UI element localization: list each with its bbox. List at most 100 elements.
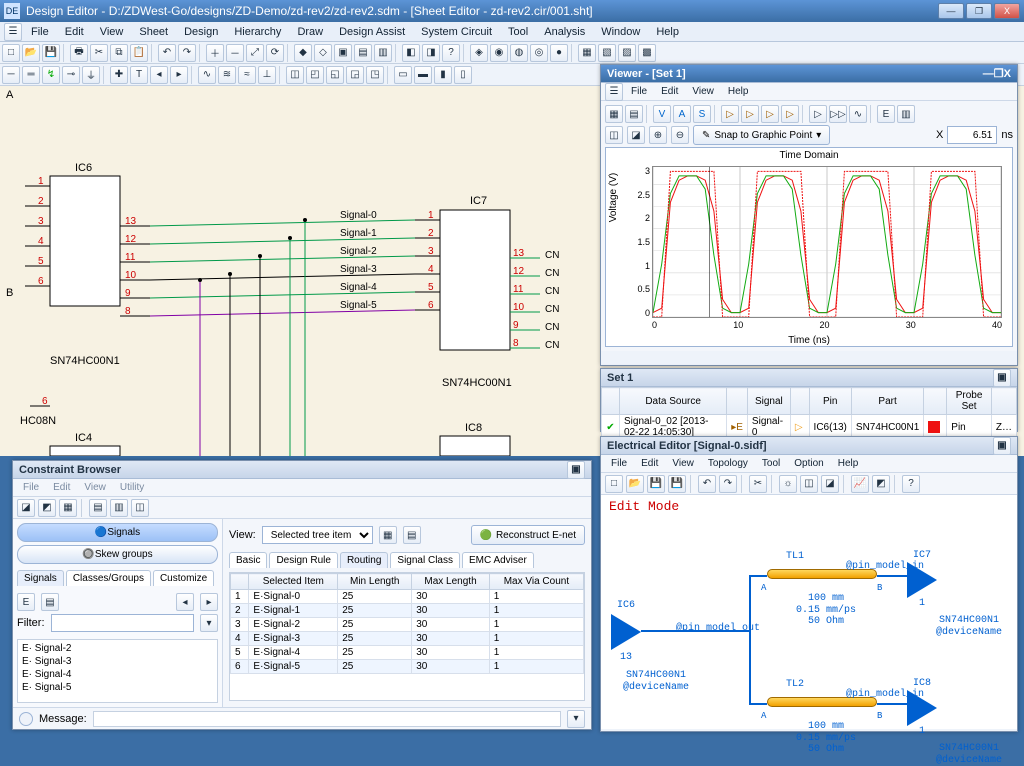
- play-icon[interactable]: ▷: [721, 105, 739, 123]
- menu-edit[interactable]: Edit: [58, 25, 91, 39]
- ee-menu-help[interactable]: Help: [832, 458, 865, 469]
- help-icon[interactable]: ?: [902, 475, 920, 493]
- menu-analysis[interactable]: Analysis: [537, 25, 592, 39]
- tool-icon[interactable]: ▣: [334, 44, 352, 62]
- menu-window[interactable]: Window: [594, 25, 647, 39]
- ic4-body[interactable]: [50, 446, 120, 456]
- undo-icon[interactable]: ↶: [698, 475, 716, 493]
- tool-icon[interactable]: ▥: [897, 105, 915, 123]
- menu-view[interactable]: View: [93, 25, 131, 39]
- zoom-fit-icon[interactable]: ⤢: [246, 44, 264, 62]
- bus-icon[interactable]: ═: [22, 66, 40, 84]
- menu-system-circuit[interactable]: System Circuit: [414, 25, 499, 39]
- text-icon[interactable]: T: [130, 66, 148, 84]
- tool-icon[interactable]: ◳: [366, 66, 384, 84]
- cb-tab-signals[interactable]: Signals: [17, 570, 64, 586]
- menu-tool[interactable]: Tool: [501, 25, 535, 39]
- ic7-body[interactable]: [440, 210, 510, 350]
- tool-icon[interactable]: ▤: [403, 526, 421, 544]
- menu-icon[interactable]: ☰: [605, 83, 623, 101]
- pane-pin-icon[interactable]: ▣: [993, 437, 1011, 455]
- tool-icon[interactable]: ●: [550, 44, 568, 62]
- open-icon[interactable]: 📂: [626, 475, 644, 493]
- ee-menu-tool[interactable]: Tool: [756, 458, 786, 469]
- menu-hierarchy[interactable]: Hierarchy: [227, 25, 288, 39]
- refresh-icon[interactable]: ⟳: [266, 44, 284, 62]
- chart-icon[interactable]: 📈: [851, 475, 869, 493]
- tool-icon[interactable]: ◍: [510, 44, 528, 62]
- tool-icon[interactable]: ◲: [346, 66, 364, 84]
- cb-menu-edit[interactable]: Edit: [47, 482, 76, 493]
- tool-icon[interactable]: ◫: [605, 126, 623, 144]
- tool-icon[interactable]: ▦: [59, 499, 77, 517]
- ee-ic6-buffer-icon[interactable]: [611, 614, 641, 650]
- tool-icon[interactable]: ◩: [872, 475, 890, 493]
- ee-menu-edit[interactable]: Edit: [635, 458, 664, 469]
- undo-icon[interactable]: ↶: [158, 44, 176, 62]
- tool-icon[interactable]: ✂: [749, 475, 767, 493]
- filter-icon[interactable]: ▤: [41, 593, 59, 611]
- tool-icon[interactable]: ◉: [490, 44, 508, 62]
- cb-right-tab[interactable]: EMC Adviser: [462, 552, 534, 568]
- ee-ic7-buffer-icon[interactable]: [907, 562, 937, 598]
- signal-tree[interactable]: E· Signal-2 E· Signal-3 E· Signal-4 E· S…: [17, 639, 218, 703]
- ic6-body[interactable]: [50, 176, 120, 306]
- save-icon[interactable]: 💾: [42, 44, 60, 62]
- table-row[interactable]: 1E·Signal-025301: [231, 590, 584, 604]
- nav-signals-button[interactable]: 🔵 Signals: [17, 523, 218, 542]
- message-input[interactable]: [93, 711, 561, 727]
- cb-menu-view[interactable]: View: [78, 482, 112, 493]
- ee-ic8-buffer-icon[interactable]: [907, 690, 937, 726]
- filter-icon[interactable]: E: [17, 593, 35, 611]
- tool-icon[interactable]: ▥: [374, 44, 392, 62]
- tool-icon[interactable]: ◇: [314, 44, 332, 62]
- tool-icon[interactable]: ◎: [530, 44, 548, 62]
- viewer-min-button[interactable]: —: [983, 68, 994, 80]
- tool-icon[interactable]: ◫: [800, 475, 818, 493]
- tool-icon[interactable]: ◩: [38, 499, 56, 517]
- tool-icon[interactable]: ◫: [286, 66, 304, 84]
- cb-tab-classes[interactable]: Classes/Groups: [66, 570, 151, 586]
- window-min-button[interactable]: —: [938, 3, 964, 19]
- viewer-menu-edit[interactable]: Edit: [655, 86, 684, 97]
- play-icon[interactable]: ▷: [741, 105, 759, 123]
- viewer-window[interactable]: Viewer - [Set 1] — ❐ X ☰ File Edit View …: [600, 64, 1018, 366]
- x-value-input[interactable]: [947, 126, 997, 144]
- pin-icon[interactable]: ⊸: [62, 66, 80, 84]
- save-icon[interactable]: 💾: [647, 475, 665, 493]
- reconstruct-enet-button[interactable]: 🟢 Reconstruct E-net: [471, 525, 586, 545]
- filter-input[interactable]: [51, 614, 195, 632]
- table-row[interactable]: 5E·Signal-425301: [231, 646, 584, 660]
- tool-icon[interactable]: ∿: [198, 66, 216, 84]
- tool-icon[interactable]: ▦: [379, 526, 397, 544]
- ee-menu-topology[interactable]: Topology: [702, 458, 754, 469]
- snap-mode-button[interactable]: ✎ Snap to Graphic Point ▾: [693, 125, 830, 145]
- nav-skew-button[interactable]: 🔘 Skew groups: [17, 545, 218, 564]
- pane-pin-icon[interactable]: ▣: [993, 369, 1011, 387]
- tool-icon[interactable]: ▤: [89, 499, 107, 517]
- label-icon[interactable]: ◂: [150, 66, 168, 84]
- dropdown-icon[interactable]: ▾: [200, 614, 218, 632]
- tool-icon[interactable]: E: [877, 105, 895, 123]
- menu-icon[interactable]: ☰: [4, 23, 22, 41]
- tool-icon[interactable]: ◱: [326, 66, 344, 84]
- tool-icon[interactable]: ≋: [218, 66, 236, 84]
- menu-draw[interactable]: Draw: [290, 25, 330, 39]
- viewer-menu-file[interactable]: File: [625, 86, 653, 97]
- viewer-max-button[interactable]: ❐: [994, 67, 1004, 80]
- tool-icon[interactable]: ▤: [625, 105, 643, 123]
- open-icon[interactable]: 📂: [22, 44, 40, 62]
- tool-icon[interactable]: ◫: [131, 499, 149, 517]
- menu-design[interactable]: Design: [177, 25, 225, 39]
- gnd-icon[interactable]: ⏚: [82, 66, 100, 84]
- tool-icon[interactable]: ▤: [354, 44, 372, 62]
- tool-icon[interactable]: ▦: [605, 105, 623, 123]
- mode-a-button[interactable]: A: [673, 105, 691, 123]
- window-max-button[interactable]: ❐: [966, 3, 992, 19]
- expand-icon[interactable]: ◂: [176, 593, 194, 611]
- new-icon[interactable]: □: [2, 44, 20, 62]
- tool-icon[interactable]: ⊥: [258, 66, 276, 84]
- mode-v-button[interactable]: V: [653, 105, 671, 123]
- routing-table[interactable]: Selected Item Min Length Max Length Max …: [230, 573, 584, 674]
- menu-design-assist[interactable]: Design Assist: [332, 25, 412, 39]
